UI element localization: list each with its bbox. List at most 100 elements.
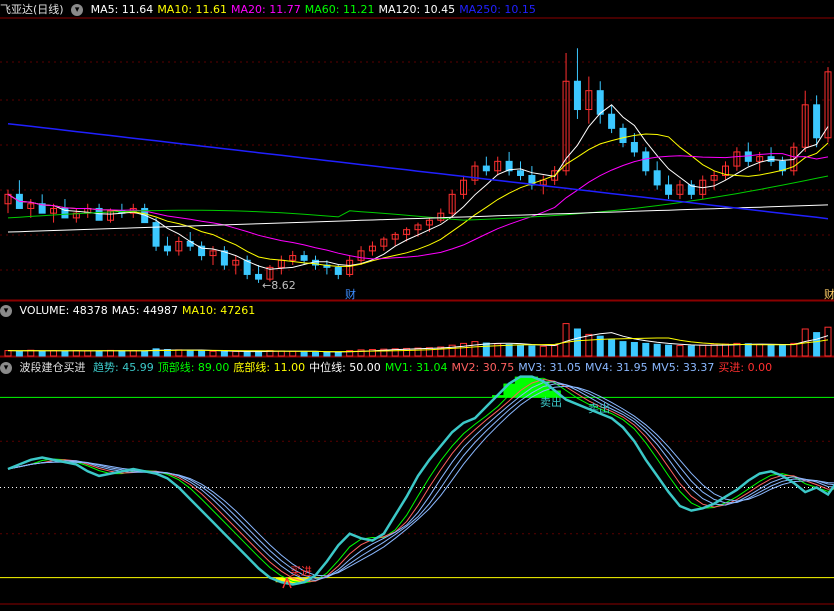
- indicator-panel[interactable]: [0, 375, 834, 589]
- ma-legend-item-4: MA120: 10.45: [378, 3, 456, 16]
- volume-bar: [243, 351, 251, 357]
- candle-body: [619, 127, 627, 144]
- volume-bar: [232, 350, 240, 357]
- candle-body: [642, 151, 650, 172]
- volume-header: ▾ VOLUME: 48378 MA5: 44987 MA10: 47261: [0, 303, 263, 319]
- mv4-line: [7, 383, 834, 579]
- ma-legend-item-3: MA60: 11.21: [304, 3, 375, 16]
- candle-body: [813, 104, 821, 139]
- volume-bar: [778, 345, 786, 357]
- indicator-legend-item-5: MV2: 30.75: [451, 361, 515, 374]
- candle-body: [300, 255, 308, 261]
- volume-bar: [198, 350, 206, 357]
- volume-bar: [141, 350, 149, 357]
- candle-body: [482, 165, 490, 172]
- candle-body: [608, 113, 616, 129]
- candle-body: [653, 170, 661, 186]
- volume-bar: [15, 350, 23, 357]
- indicator-legend-item-7: MV4: 31.95: [584, 361, 648, 374]
- volume-legend: VOLUME: 48378 MA5: 44987 MA10: 47261: [20, 304, 260, 317]
- volume-bar: [630, 342, 638, 357]
- volume-bar: [539, 345, 547, 357]
- indicator-legend-item-8: MV5: 33.37: [651, 361, 715, 374]
- indicator-legend-item-4: MV1: 31.04: [384, 361, 448, 374]
- chevron-down-icon[interactable]: ▾: [71, 4, 84, 16]
- volume-bar: [482, 342, 490, 357]
- price-panel[interactable]: [4, 48, 832, 283]
- indicator-legend-item-0: 趋势: 45.99: [93, 361, 154, 374]
- finance-mark-2[interactable]: 财: [824, 287, 834, 301]
- volume-bar: [471, 341, 479, 357]
- volume-bar: [61, 350, 69, 357]
- candle-body: [517, 170, 524, 176]
- ma10-line: [7, 133, 829, 267]
- finance-mark-1[interactable]: 财: [345, 287, 356, 301]
- volume-bar: [528, 345, 536, 357]
- candle-body: [596, 90, 604, 115]
- candle-body: [573, 80, 581, 111]
- volume-bar: [573, 328, 581, 357]
- indicator-header: ▾ 波段建仓买进 趋势: 45.99 顶部线: 89.00 底部线: 11.00 中位…: [0, 360, 780, 376]
- volume-legend-item-2: MA10: 47261: [181, 304, 256, 317]
- volume-panel[interactable]: [4, 323, 832, 357]
- volume-bar: [710, 344, 718, 357]
- volume-bar: [517, 344, 524, 357]
- volume-bar: [118, 350, 126, 357]
- volume-bar: [608, 339, 616, 357]
- indicator-legend-item-9: 买进: 0.00: [718, 361, 773, 374]
- indicator-name: 波段建仓买进: [19, 361, 86, 374]
- mv3-line: [7, 381, 834, 581]
- chevron-down-icon[interactable]: ▾: [0, 305, 12, 317]
- volume-bar: [323, 351, 331, 357]
- volume-bar: [4, 350, 12, 357]
- volume-bar: [50, 350, 58, 357]
- ma-legend: MA5: 11.64 MA10: 11.61 MA20: 11.77 MA60: 11…: [91, 3, 540, 16]
- candle-body: [255, 273, 263, 280]
- volume-bar: [642, 342, 650, 357]
- volume-bar: [505, 343, 513, 357]
- sell-signal-1: 卖出: [540, 395, 562, 409]
- volume-bar: [312, 351, 319, 357]
- sell-signal-2: 卖出: [588, 401, 610, 415]
- volume-bar: [585, 333, 593, 357]
- volume-bar: [722, 343, 729, 357]
- price-header: 飞亚达(日线) ▾ MA5: 11.64 MA10: 11.61 MA20: 11.…: [0, 2, 544, 18]
- candle-body: [744, 151, 752, 162]
- ma-legend-item-0: MA5: 11.64: [90, 3, 154, 16]
- volume-bar: [209, 350, 217, 357]
- low-price-label: ←8.62: [262, 279, 296, 292]
- volume-legend-item-1: MA5: 44987: [111, 304, 178, 317]
- indicator-legend: 趋势: 45.99 顶部线: 89.00 底部线: 11.00 中位线: 50.00 M…: [93, 361, 776, 374]
- candle-body: [630, 142, 638, 153]
- mv2-line: [7, 378, 834, 583]
- candle-body: [334, 266, 342, 275]
- candle-body: [152, 222, 160, 247]
- volume-bar: [790, 342, 798, 357]
- ma-legend-item-5: MA250: 10.15: [459, 3, 536, 16]
- chevron-down-icon[interactable]: ▾: [0, 362, 12, 374]
- volume-bar: [562, 323, 570, 357]
- volume-bar: [38, 350, 46, 357]
- volume-bar: [665, 344, 673, 357]
- volume-bar: [744, 343, 752, 357]
- volume-bar: [733, 342, 741, 357]
- volume-bar: [334, 351, 342, 357]
- volume-bar: [300, 351, 308, 357]
- ma250-line: [7, 122, 829, 220]
- candle-body: [665, 184, 673, 195]
- trend-line: [7, 375, 834, 586]
- volume-legend-item-0: VOLUME: 48378: [19, 304, 108, 317]
- volume-ma5-line: [7, 332, 829, 353]
- volume-bar: [289, 350, 297, 357]
- volume-bar: [255, 351, 263, 357]
- volume-bar: [687, 345, 695, 357]
- ma-legend-item-1: MA10: 11.61: [157, 3, 228, 16]
- volume-bar: [676, 345, 684, 357]
- indicator-legend-item-2: 底部线: 11.00: [233, 361, 306, 374]
- volume-bar: [72, 350, 80, 357]
- indicator-legend-item-1: 顶部线: 89.00: [157, 361, 230, 374]
- ma5-line: [7, 104, 829, 270]
- buy-signal: 买进: [290, 565, 312, 578]
- mv5-line: [7, 385, 834, 577]
- volume-bar: [824, 326, 832, 357]
